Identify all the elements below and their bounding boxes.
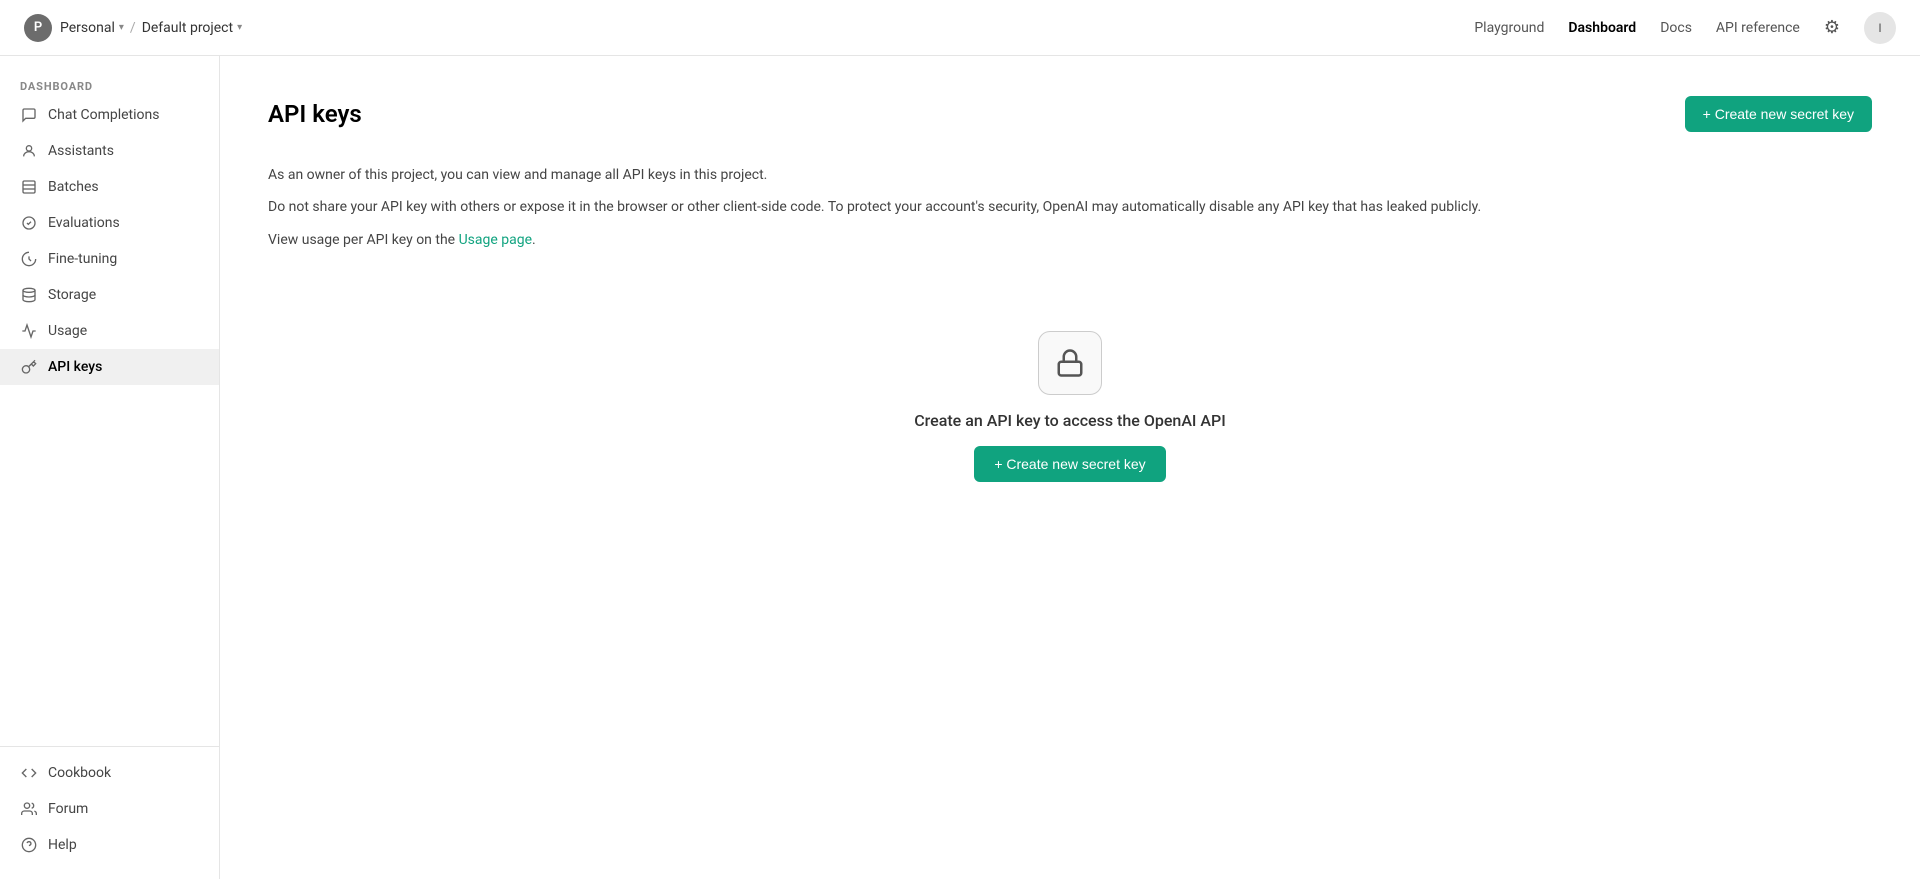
help-icon [20, 836, 38, 854]
sidebar: DASHBOARD Chat Completions Assistants Ba… [0, 56, 220, 879]
sidebar-item-api-keys[interactable]: API keys [0, 349, 219, 385]
nav-docs[interactable]: Docs [1660, 20, 1692, 36]
org-avatar[interactable]: P [24, 14, 52, 42]
sidebar-item-chat-completions[interactable]: Chat Completions [0, 97, 219, 133]
breadcrumb-org[interactable]: Personal ▾ [60, 20, 124, 36]
sidebar-item-usage[interactable]: Usage [0, 313, 219, 349]
sidebar-item-help[interactable]: Help [0, 827, 219, 863]
sidebar-item-fine-tuning[interactable]: Fine-tuning [0, 241, 219, 277]
page-title: API keys [268, 100, 362, 128]
nav-right: Playground Dashboard Docs API reference … [1474, 12, 1896, 44]
sidebar-item-storage[interactable]: Storage [0, 277, 219, 313]
usage-icon [20, 322, 38, 340]
top-navigation: P Personal ▾ / Default project ▾ Playgro… [0, 0, 1920, 56]
layout: DASHBOARD Chat Completions Assistants Ba… [0, 56, 1920, 879]
create-secret-key-button-center[interactable]: + Create new secret key [974, 446, 1165, 482]
sidebar-item-forum[interactable]: Forum [0, 791, 219, 827]
chevron-down-icon: ▾ [119, 22, 124, 33]
empty-state: Create an API key to access the OpenAI A… [268, 331, 1872, 482]
chat-icon [20, 106, 38, 124]
nav-left: P Personal ▾ / Default project ▾ [24, 14, 1474, 42]
sidebar-bottom: Cookbook Forum Help [0, 746, 219, 863]
forum-icon [20, 800, 38, 818]
page-header: API keys + Create new secret key [268, 96, 1872, 132]
usage-page-link[interactable]: Usage page [459, 232, 532, 248]
info-text-2: Do not share your API key with others or… [268, 196, 1872, 218]
lock-icon [1055, 348, 1085, 378]
nav-api-reference[interactable]: API reference [1716, 20, 1800, 36]
sidebar-item-evaluations[interactable]: Evaluations [0, 205, 219, 241]
breadcrumb-separator: / [130, 20, 136, 36]
sidebar-item-cookbook[interactable]: Cookbook [0, 755, 219, 791]
key-icon [20, 358, 38, 376]
sidebar-section-label: DASHBOARD [0, 72, 219, 97]
empty-state-text: Create an API key to access the OpenAI A… [914, 411, 1226, 430]
info-text-1: As an owner of this project, you can vie… [268, 164, 1872, 186]
create-secret-key-button-top[interactable]: + Create new secret key [1685, 96, 1872, 132]
storage-icon [20, 286, 38, 304]
chevron-down-icon: ▾ [237, 22, 242, 33]
finetune-icon [20, 250, 38, 268]
code-icon [20, 764, 38, 782]
user-avatar[interactable]: I [1864, 12, 1896, 44]
settings-icon[interactable]: ⚙ [1824, 17, 1840, 38]
main-content: API keys + Create new secret key As an o… [220, 56, 1920, 879]
lock-icon-wrapper [1038, 331, 1102, 395]
nav-playground[interactable]: Playground [1474, 20, 1544, 36]
info-text-3: View usage per API key on the Usage page… [268, 229, 1872, 251]
breadcrumb: Personal ▾ / Default project ▾ [60, 20, 242, 36]
batches-icon [20, 178, 38, 196]
breadcrumb-project[interactable]: Default project ▾ [142, 20, 242, 36]
sidebar-item-batches[interactable]: Batches [0, 169, 219, 205]
sidebar-item-assistants[interactable]: Assistants [0, 133, 219, 169]
evaluations-icon [20, 214, 38, 232]
person-icon [20, 142, 38, 160]
nav-dashboard[interactable]: Dashboard [1568, 20, 1636, 36]
